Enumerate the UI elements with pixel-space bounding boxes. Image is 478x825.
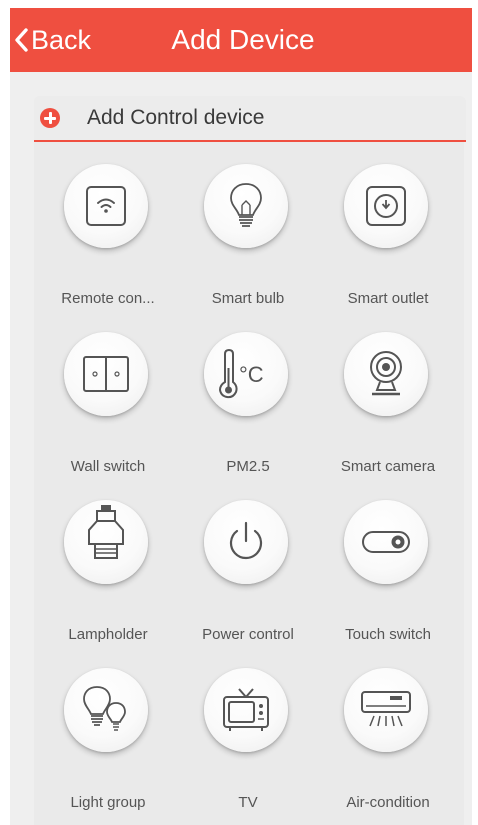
device-card: Add Control device Remote con... Smart b… bbox=[34, 96, 466, 825]
section-header: Add Control device bbox=[34, 96, 466, 142]
device-button[interactable]: °C bbox=[204, 332, 288, 416]
toggle-switch-icon bbox=[362, 531, 410, 553]
device-label: Touch switch bbox=[345, 626, 431, 643]
device-button[interactable] bbox=[344, 164, 428, 248]
device-label: Smart camera bbox=[340, 458, 436, 475]
device-button[interactable] bbox=[204, 500, 288, 584]
wifi-remote-icon bbox=[86, 186, 126, 226]
device-label: TV bbox=[238, 794, 258, 811]
device-lampholder[interactable]: Lampholder bbox=[39, 500, 177, 660]
device-pm25[interactable]: °C PM2.5 bbox=[179, 332, 317, 492]
lampholder-icon bbox=[88, 505, 124, 559]
device-touch-switch[interactable]: Touch switch bbox=[319, 500, 457, 660]
device-light-group[interactable]: Light group bbox=[39, 668, 177, 825]
tv-icon bbox=[223, 688, 269, 731]
device-button[interactable] bbox=[344, 500, 428, 584]
device-remote-control[interactable]: Remote con... bbox=[39, 164, 177, 324]
section-title: Add Control device bbox=[87, 106, 265, 129]
device-button[interactable] bbox=[204, 164, 288, 248]
light-bulb-icon bbox=[230, 183, 262, 227]
nav-bar: Back Add Device bbox=[10, 8, 472, 72]
page-title: Add Device bbox=[171, 24, 315, 55]
webcam-icon bbox=[370, 351, 402, 396]
device-label: Remote con... bbox=[61, 290, 155, 307]
device-button[interactable] bbox=[204, 668, 288, 752]
wall-switch-icon bbox=[83, 356, 129, 392]
device-label: Light group bbox=[70, 794, 146, 811]
light-bulbs-group-icon bbox=[83, 686, 126, 731]
screen: Back Add Device Add Control device Remot… bbox=[0, 0, 478, 825]
device-button[interactable] bbox=[64, 500, 148, 584]
device-label: Lampholder bbox=[68, 626, 148, 643]
device-label: Air-condition bbox=[346, 794, 430, 811]
device-label: Smart outlet bbox=[347, 290, 429, 307]
device-button[interactable] bbox=[344, 668, 428, 752]
device-button[interactable] bbox=[344, 332, 428, 416]
device-label: Power control bbox=[202, 626, 294, 643]
content-area: Add Control device Remote con... Smart b… bbox=[10, 72, 472, 825]
plus-circle-icon bbox=[40, 108, 60, 128]
air-conditioner-icon bbox=[361, 691, 411, 727]
device-tv[interactable]: TV bbox=[179, 668, 317, 825]
device-smart-outlet[interactable]: Smart outlet bbox=[319, 164, 457, 324]
svg-text:°C: °C bbox=[239, 362, 264, 387]
device-button[interactable] bbox=[64, 164, 148, 248]
power-outlet-icon bbox=[366, 186, 406, 226]
device-wall-switch[interactable]: Wall switch bbox=[39, 332, 177, 492]
device-air-condition[interactable]: Air-condition bbox=[319, 668, 457, 825]
power-icon bbox=[229, 521, 263, 560]
device-label: Smart bulb bbox=[211, 290, 285, 307]
device-label: Wall switch bbox=[70, 458, 146, 475]
device-smart-bulb[interactable]: Smart bulb bbox=[179, 164, 317, 324]
device-smart-camera[interactable]: Smart camera bbox=[319, 332, 457, 492]
device-button[interactable] bbox=[64, 332, 148, 416]
thermometer-celsius-icon: °C bbox=[218, 348, 264, 399]
device-label: PM2.5 bbox=[226, 458, 270, 475]
device-button[interactable] bbox=[64, 668, 148, 752]
device-power-control[interactable]: Power control bbox=[179, 500, 317, 660]
